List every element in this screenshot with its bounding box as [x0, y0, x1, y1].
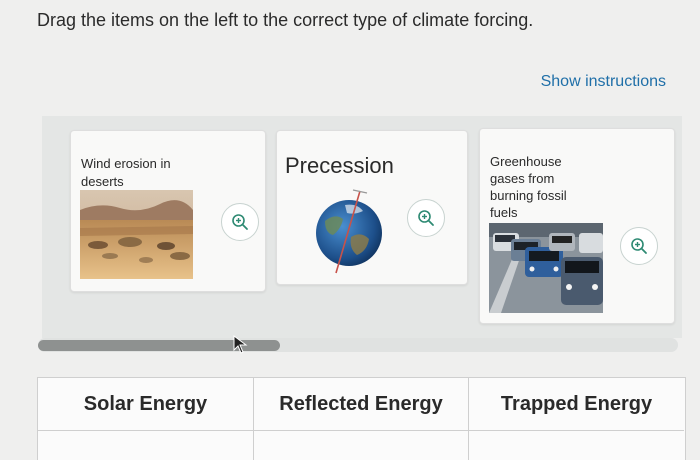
zoom-in-icon — [418, 210, 434, 226]
horizontal-scrollbar[interactable] — [38, 338, 678, 352]
zoom-button[interactable] — [620, 227, 658, 265]
zoom-in-icon — [631, 238, 647, 254]
draggable-card-wind-erosion[interactable]: Wind erosion in deserts — [70, 130, 266, 292]
zoom-button[interactable] — [407, 199, 445, 237]
desert-image — [80, 190, 193, 279]
zoom-in-icon — [232, 214, 248, 230]
card-label: Precession — [285, 153, 394, 178]
drop-zone-trapped-energy[interactable]: Trapped Energy — [469, 378, 684, 460]
card-label: Greenhouse gases from burning fossil fue… — [490, 154, 567, 220]
traffic-image — [489, 223, 603, 313]
column-header: Trapped Energy — [469, 378, 684, 431]
draggable-card-greenhouse-gases[interactable]: Greenhouse gases from burning fossil fue… — [479, 128, 675, 324]
draggable-items-tray: Wind erosion in deserts Precession Green… — [42, 116, 682, 338]
column-header: Solar Energy — [38, 378, 253, 431]
drop-zone-reflected-energy[interactable]: Reflected Energy — [254, 378, 469, 460]
column-header: Reflected Energy — [254, 378, 468, 431]
show-instructions-link[interactable]: Show instructions — [541, 73, 666, 91]
draggable-card-precession[interactable]: Precession — [276, 130, 468, 285]
question-prompt: Drag the items on the left to the correc… — [37, 10, 534, 30]
drop-zone-solar-energy[interactable]: Solar Energy — [38, 378, 254, 460]
card-label: Wind erosion in deserts — [81, 156, 171, 189]
mouse-cursor-icon — [233, 335, 248, 354]
drop-zone-table: Solar Energy Reflected Energy Trapped En… — [37, 377, 686, 460]
earth-axis-image — [316, 189, 382, 274]
zoom-button[interactable] — [221, 203, 259, 241]
